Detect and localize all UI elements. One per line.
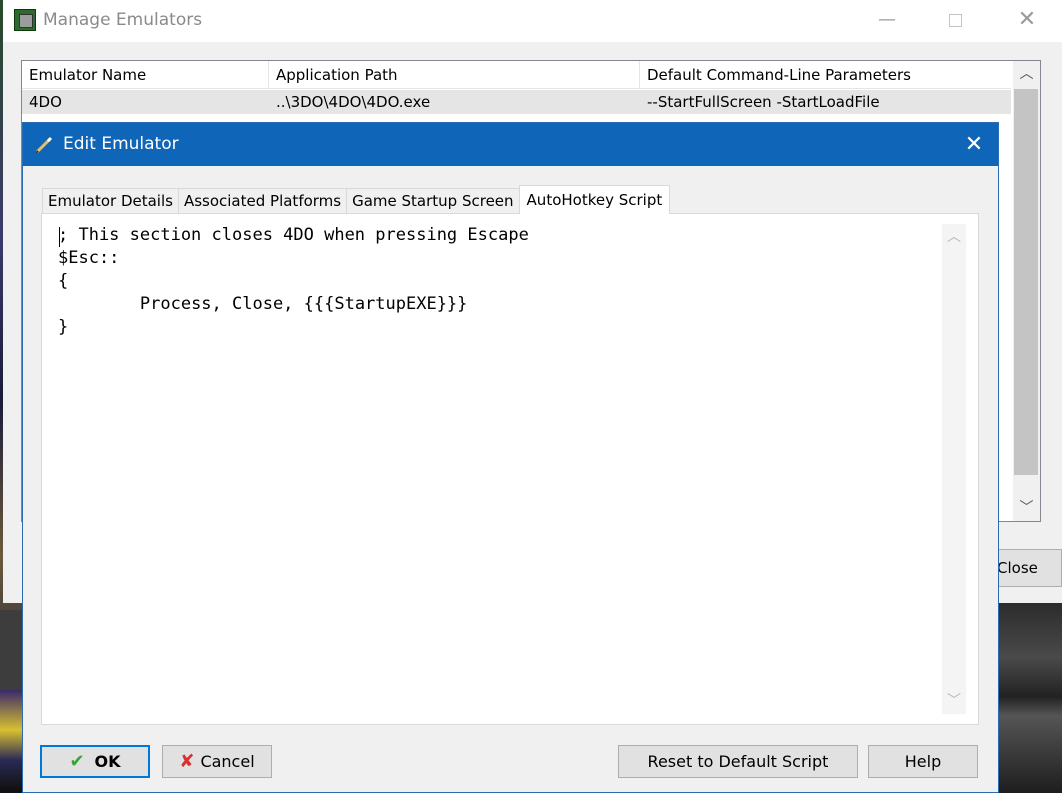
background-artwork-right [998,600,1062,793]
maximize-button[interactable] [935,6,975,36]
checkmark-icon: ✔ [69,751,85,772]
cancel-button[interactable]: ✘ Cancel [162,745,272,778]
ok-label: OK [94,752,121,771]
autohotkey-script-panel: ; This section closes 4DO when pressing … [41,213,979,725]
app-chip-icon [14,9,36,31]
table-row[interactable]: 4DO ..\3DO\4DO\4DO.exe --StartFullScreen… [22,90,1011,114]
dialog-close-button[interactable]: ✕ [954,128,994,162]
reset-default-script-button[interactable]: Reset to Default Script [618,745,858,778]
background-artwork-left-block [0,610,22,690]
chevron-down-icon[interactable]: ﹀ [1013,495,1040,521]
chevron-down-icon[interactable]: ﹀ [942,688,966,714]
manage-emulators-titlebar: Manage Emulators — ✕ [3,0,1062,42]
command-line-params-cell: --StartFullScreen -StartLoadFile [647,93,880,111]
emulator-name-cell: 4DO [29,93,62,111]
script-editor[interactable]: ; This section closes 4DO when pressing … [58,224,938,712]
maximize-icon [948,14,962,27]
application-path-cell: ..\3DO\4DO\4DO.exe [276,93,431,111]
manage-emulators-title: Manage Emulators [43,10,203,30]
background-artwork-left-image [0,690,22,790]
column-header-application-path[interactable]: Application Path [269,61,640,89]
window-close-button[interactable]: ✕ [1007,6,1047,36]
tab-associated-platforms[interactable]: Associated Platforms [177,188,348,214]
manage-close-button[interactable]: Close [988,549,1062,587]
edit-emulator-title: Edit Emulator [63,134,179,154]
list-header: Emulator Name Application Path Default C… [22,61,1011,89]
cross-icon: ✘ [179,751,195,772]
text-caret [59,227,60,247]
tab-strip: Emulator Details Associated Platforms Ga… [42,185,671,214]
column-header-command-line-params[interactable]: Default Command-Line Parameters [640,61,1011,89]
scroll-thumb[interactable] [1014,89,1038,475]
minimize-button[interactable]: — [867,6,907,36]
column-header-emulator-name[interactable]: Emulator Name [22,61,269,89]
chevron-up-icon[interactable]: ︿ [942,224,966,250]
cancel-label: Cancel [200,752,255,771]
tab-autohotkey-script[interactable]: AutoHotkey Script [518,185,671,214]
edit-emulator-titlebar: Edit Emulator ✕ [23,123,998,166]
ok-button[interactable]: ✔ OK [40,745,150,778]
tab-emulator-details[interactable]: Emulator Details [42,188,179,214]
help-button[interactable]: Help [868,745,978,778]
chevron-up-icon[interactable]: ︿ [1013,61,1040,87]
editor-scrollbar[interactable]: ︿ ﹀ [942,224,966,714]
pencil-icon [35,136,53,154]
list-scrollbar[interactable]: ︿ ﹀ [1013,61,1040,521]
edit-emulator-dialog: Edit Emulator ✕ Emulator Details Associa… [22,122,999,793]
tab-game-startup-screen[interactable]: Game Startup Screen [346,188,520,214]
